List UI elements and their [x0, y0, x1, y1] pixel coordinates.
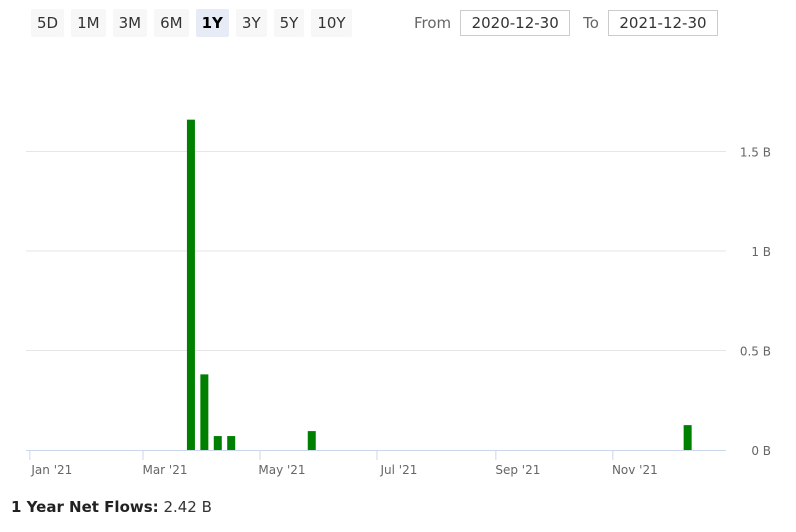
range-button-1y[interactable]: 1Y — [195, 9, 229, 37]
flow-bar — [213, 436, 222, 450]
range-selector: 5D 1M 3M 6M 1Y 3Y 5Y 10Y — [31, 9, 352, 37]
x-tick-label: Sep '21 — [495, 463, 540, 477]
flow-bar — [186, 119, 195, 450]
date-range-selector: From To — [414, 9, 731, 37]
range-button-5y[interactable]: 5Y — [273, 9, 305, 37]
range-button-3m[interactable]: 3M — [112, 9, 148, 37]
y-tick-label: 0 B — [751, 444, 771, 458]
range-button-10y[interactable]: 10Y — [311, 9, 352, 37]
x-tick-label: May '21 — [258, 463, 305, 477]
net-flows-summary: 1 Year Net Flows: 2.42 B — [11, 498, 212, 516]
range-button-1m[interactable]: 1M — [71, 9, 106, 37]
flow-bar — [227, 436, 236, 450]
x-tick-label: Jan '21 — [30, 463, 72, 477]
range-button-5d[interactable]: 5D — [31, 9, 65, 37]
flow-bar — [200, 374, 209, 450]
range-button-3y[interactable]: 3Y — [235, 9, 267, 37]
x-tick-label: Jul '21 — [380, 463, 418, 477]
x-tick-label: Mar '21 — [142, 463, 187, 477]
range-button-6m[interactable]: 6M — [154, 9, 189, 37]
flow-bar — [683, 425, 692, 450]
y-tick-label: 1.5 B — [740, 146, 771, 160]
net-flows-label: 1 Year Net Flows: — [11, 498, 159, 516]
y-tick-label: 0.5 B — [740, 345, 771, 359]
net-flows-value: 2.42 B — [163, 498, 212, 516]
from-date-input[interactable] — [460, 10, 571, 36]
x-tick-label: Nov '21 — [612, 463, 658, 477]
net-flows-chart: 0 B 0.5 B 1 B 1.5 B Jan '21 Mar '21 May '21 Jul… — [26, 119, 771, 477]
to-date-input[interactable] — [607, 10, 718, 36]
to-label: To — [583, 14, 599, 32]
from-label: From — [414, 14, 452, 32]
flow-bar — [307, 431, 316, 450]
y-tick-label: 1 B — [751, 245, 771, 259]
